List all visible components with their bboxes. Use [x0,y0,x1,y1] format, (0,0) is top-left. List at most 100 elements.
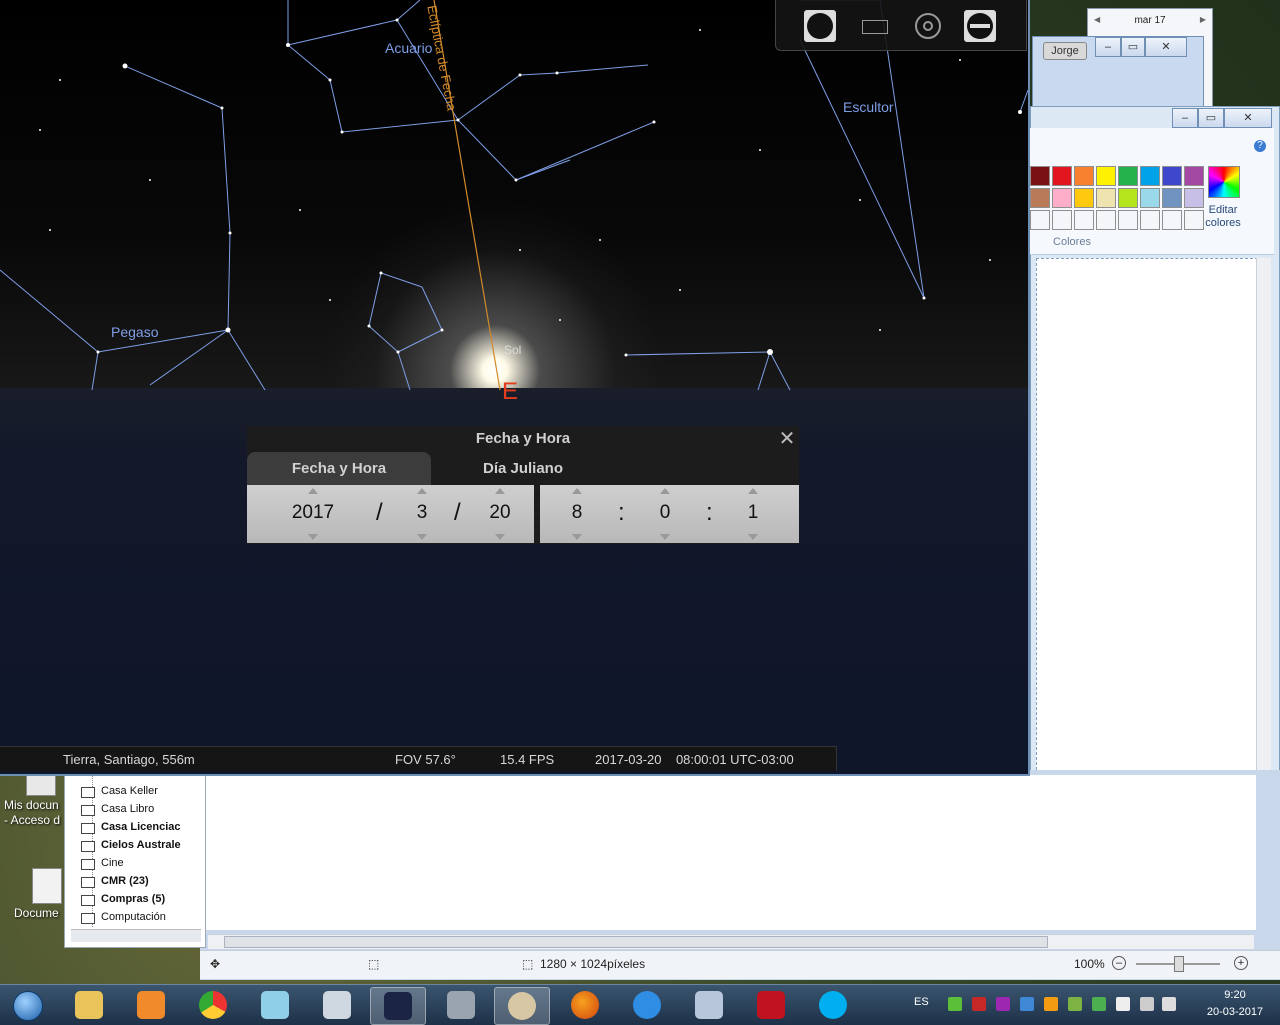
telescope-control-button[interactable] [964,10,996,42]
color-swatch[interactable] [1162,210,1182,230]
zoom-in-button[interactable]: + [1234,956,1248,970]
taskbar-firefox[interactable] [558,987,612,1023]
day-up-arrow[interactable] [495,488,505,494]
taskbar-skype[interactable] [806,987,860,1023]
mail-folder-item[interactable]: Computación [81,911,166,924]
mail-folder-item[interactable]: CMR (23) [81,875,149,888]
month-value[interactable]: 3 [407,502,437,524]
taskbar-filezilla[interactable] [744,987,798,1023]
color-swatch[interactable] [1030,210,1050,230]
taskbar-paint[interactable] [494,987,550,1025]
color-swatch[interactable] [1162,166,1182,186]
day-down-arrow[interactable] [495,534,505,540]
month-spinbox[interactable]: 3 [407,485,437,543]
minute-spinbox[interactable]: 0 [650,485,680,543]
network-icon[interactable] [1140,997,1154,1011]
minimize-button[interactable]: – [1095,37,1121,57]
taskbar-chrome[interactable] [186,987,240,1023]
color-swatch[interactable] [1118,188,1138,208]
color-swatch[interactable] [1140,188,1160,208]
planet-view-button[interactable] [804,10,836,42]
taskbar-calculator[interactable] [310,987,364,1023]
color-swatch[interactable] [1096,210,1116,230]
tray-icon[interactable] [1020,997,1034,1011]
minute-value[interactable]: 0 [650,502,680,524]
second-spinbox[interactable]: 1 [738,485,768,543]
taskbar-notes[interactable] [248,987,302,1023]
hour-spinbox[interactable]: 8 [562,485,592,543]
color-swatch[interactable] [1074,166,1094,186]
minute-up-arrow[interactable] [660,488,670,494]
color-swatch[interactable] [1140,166,1160,186]
desktop-icon-documents-shortcut[interactable]: Mis docun - Acceso d [4,772,64,828]
help-icon[interactable]: ? [1254,140,1266,152]
day-value[interactable]: 20 [482,502,518,524]
tray-acrobat-icon[interactable] [972,997,986,1011]
day-spinbox[interactable]: 20 [482,485,518,543]
dialog-close-button[interactable]: ✕ [777,428,797,450]
tab-dia-juliano[interactable]: Día Juliano [431,452,615,485]
color-swatch[interactable] [1118,210,1138,230]
month-up-arrow[interactable] [417,488,427,494]
hour-value[interactable]: 8 [562,502,592,524]
taskbar-stellarium[interactable] [370,987,426,1025]
color-swatch[interactable] [1096,188,1116,208]
calendar-next-button[interactable]: ▶ [1200,15,1206,24]
taskbar-internet-explorer[interactable] [620,987,674,1023]
color-swatch[interactable] [1074,188,1094,208]
paint-canvas[interactable] [206,775,1256,930]
screen-mode-button[interactable] [860,10,892,42]
zoom-out-button[interactable]: – [1112,956,1126,970]
month-down-arrow[interactable] [417,534,427,540]
color-swatch[interactable] [1096,166,1116,186]
color-swatch[interactable] [1030,166,1050,186]
color-swatch[interactable] [1074,210,1094,230]
zoom-slider-thumb[interactable] [1174,956,1184,972]
paint-minimize-button[interactable]: – [1172,108,1198,128]
minute-down-arrow[interactable] [660,534,670,540]
second-down-arrow[interactable] [748,534,758,540]
year-up-arrow[interactable] [308,488,318,494]
paint-maximize-button[interactable]: ▭ [1198,108,1224,128]
mail-folder-item[interactable]: Casa Keller [81,785,158,798]
color-swatch[interactable] [1162,188,1182,208]
mail-folder-item[interactable]: Compras (5) [81,893,165,906]
color-swatch[interactable] [1052,210,1072,230]
year-spinbox[interactable]: 2017 [285,485,341,543]
horizontal-scrollbar-thumb[interactable] [224,936,1048,948]
tray-nvidia-icon[interactable] [1092,997,1106,1011]
year-value[interactable]: 2017 [285,502,341,524]
tray-icon[interactable] [948,997,962,1011]
color-swatch[interactable] [1140,210,1160,230]
mail-horizontal-scrollbar[interactable] [71,929,201,942]
taskbar-snipping-tool[interactable] [682,987,736,1023]
calendar-prev-button[interactable]: ◀ [1094,15,1100,24]
desktop-icon-documents[interactable]: Docume [14,868,64,920]
paint-canvas-side[interactable] [1036,258,1258,780]
color-swatch[interactable] [1118,166,1138,186]
color-swatch[interactable] [1030,188,1050,208]
hour-down-arrow[interactable] [572,534,582,540]
mail-folder-item[interactable]: Casa Licenciac [81,821,181,834]
color-swatch[interactable] [1052,166,1072,186]
tray-icon[interactable] [1068,997,1082,1011]
mail-folder-item[interactable]: Cielos Australe [81,839,181,852]
edit-colors-label[interactable]: Editar colores [1200,204,1246,230]
close-button[interactable]: ✕ [1145,37,1187,57]
volume-icon[interactable] [1162,997,1176,1011]
user-button[interactable]: Jorge [1043,42,1087,60]
year-down-arrow[interactable] [308,534,318,540]
hour-up-arrow[interactable] [572,488,582,494]
taskbar-media-player[interactable] [124,987,178,1023]
target-icon[interactable] [912,10,944,42]
clock[interactable]: 9:20 20-03-2017 [1200,987,1270,1021]
tray-icon[interactable] [1044,997,1058,1011]
language-indicator[interactable]: ES [914,996,929,1008]
mail-folder-item[interactable]: Casa Libro [81,803,154,816]
maximize-button[interactable]: ▭ [1121,37,1145,57]
taskbar-scanner[interactable] [434,987,488,1023]
tray-icon[interactable] [996,997,1010,1011]
edit-colors-icon[interactable] [1208,166,1240,198]
flag-icon[interactable] [1116,997,1130,1011]
tab-fecha-y-hora[interactable]: Fecha y Hora [247,452,431,485]
